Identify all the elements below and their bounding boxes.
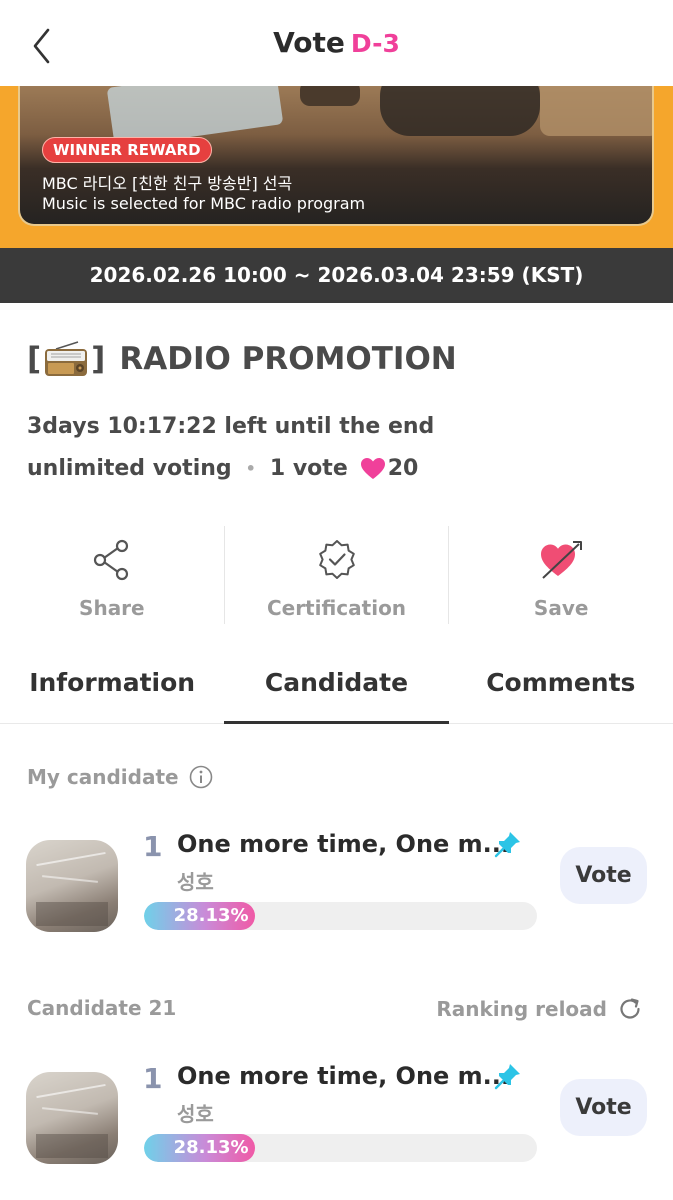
- tab-bar: Information Candidate Comments: [0, 650, 673, 724]
- page-title: Vote D-3: [0, 26, 673, 59]
- share-label: Share: [79, 596, 145, 620]
- app-header: Vote D-3: [0, 0, 673, 86]
- my-candidate-label: My candidate: [27, 765, 179, 789]
- banner-decoration: [380, 86, 540, 136]
- winner-reward-badge: WINNER REWARD: [42, 137, 212, 163]
- vote-progress-fill: 28.13%: [144, 1134, 255, 1162]
- heart-cost: 20: [387, 456, 419, 481]
- candidate-count: Candidate 21: [27, 996, 177, 1020]
- ranking-reload-button[interactable]: Ranking reload: [436, 996, 643, 1022]
- radio-icon: [42, 340, 90, 378]
- vote-progress-bar: 28.13%: [144, 902, 537, 930]
- vote-button[interactable]: Vote: [560, 847, 647, 904]
- pin-icon: [494, 1064, 520, 1090]
- save-label: Save: [533, 596, 589, 620]
- certification-badge-icon: [318, 540, 355, 579]
- my-candidate-card[interactable]: 1 One more time, One m... 성호 28.13% Vote: [0, 830, 673, 960]
- vote-progress-fill: 28.13%: [144, 902, 255, 930]
- banner-image: WINNER REWARD MBC 라디오 [친한 친구 방송반] 선곡 Mus…: [18, 86, 654, 226]
- time-left: 3days 10:17:22 left until the end: [27, 414, 435, 439]
- heart-icon: [360, 457, 385, 479]
- vote-percent: 28.13%: [173, 905, 249, 926]
- title-bracket-close: ]: [91, 341, 106, 377]
- candidate-rank: 1: [143, 1062, 163, 1095]
- page-title-text: Vote: [273, 26, 345, 59]
- action-row: Share Certification Save: [0, 526, 673, 624]
- vote-period: 2026.02.26 10:00 ~ 2026.03.04 23:59 (KST…: [0, 248, 673, 303]
- vote-button[interactable]: Vote: [560, 1079, 647, 1136]
- tab-comments[interactable]: Comments: [449, 650, 673, 723]
- candidate-title: One more time, One m...: [177, 830, 511, 858]
- candidate-title: One more time, One m...: [177, 1062, 511, 1090]
- tab-candidate[interactable]: Candidate: [224, 650, 449, 724]
- certification-button[interactable]: Certification: [223, 526, 449, 624]
- vote-title: [ ] RADIO PROMOTION: [27, 340, 457, 378]
- reward-description-english: Music is selected for MBC radio program: [42, 194, 366, 213]
- vote-info-row: unlimited voting • 1 vote 20: [27, 456, 418, 481]
- info-icon[interactable]: [189, 765, 213, 789]
- candidate-rank: 1: [143, 830, 163, 863]
- per-vote-label: 1 vote: [269, 456, 348, 481]
- album-thumbnail: [26, 1072, 118, 1164]
- dday-badge: D-3: [350, 29, 400, 58]
- vote-title-text: RADIO PROMOTION: [119, 341, 457, 377]
- share-icon: [93, 539, 128, 581]
- vote-percent: 28.13%: [173, 1137, 249, 1158]
- my-candidate-header: My candidate: [27, 765, 213, 789]
- reward-banner[interactable]: WINNER REWARD MBC 라디오 [친한 친구 방송반] 선곡 Mus…: [0, 86, 673, 248]
- tab-information[interactable]: Information: [0, 650, 224, 723]
- candidate-artist: 성호: [177, 870, 214, 894]
- ranking-reload-label: Ranking reload: [436, 997, 607, 1021]
- voting-mode: unlimited voting: [27, 456, 232, 481]
- title-bracket-open: [: [27, 341, 42, 377]
- certification-label: Certification: [266, 596, 407, 620]
- reward-description-korean: MBC 라디오 [친한 친구 방송반] 선곡: [42, 174, 293, 193]
- separator-dot: •: [245, 459, 256, 478]
- save-button[interactable]: Save: [448, 526, 673, 624]
- vote-progress-bar: 28.13%: [144, 1134, 537, 1162]
- banner-decoration: [540, 86, 652, 136]
- reload-icon: [620, 998, 640, 1019]
- heart-arrow-icon: [541, 541, 583, 579]
- share-button[interactable]: Share: [0, 526, 224, 624]
- album-thumbnail: [26, 840, 118, 932]
- banner-decoration: [300, 86, 360, 106]
- candidate-artist: 성호: [177, 1102, 214, 1126]
- candidate-card[interactable]: 1 One more time, One m... 성호 28.13% Vote: [0, 1062, 673, 1192]
- pin-icon: [494, 832, 520, 858]
